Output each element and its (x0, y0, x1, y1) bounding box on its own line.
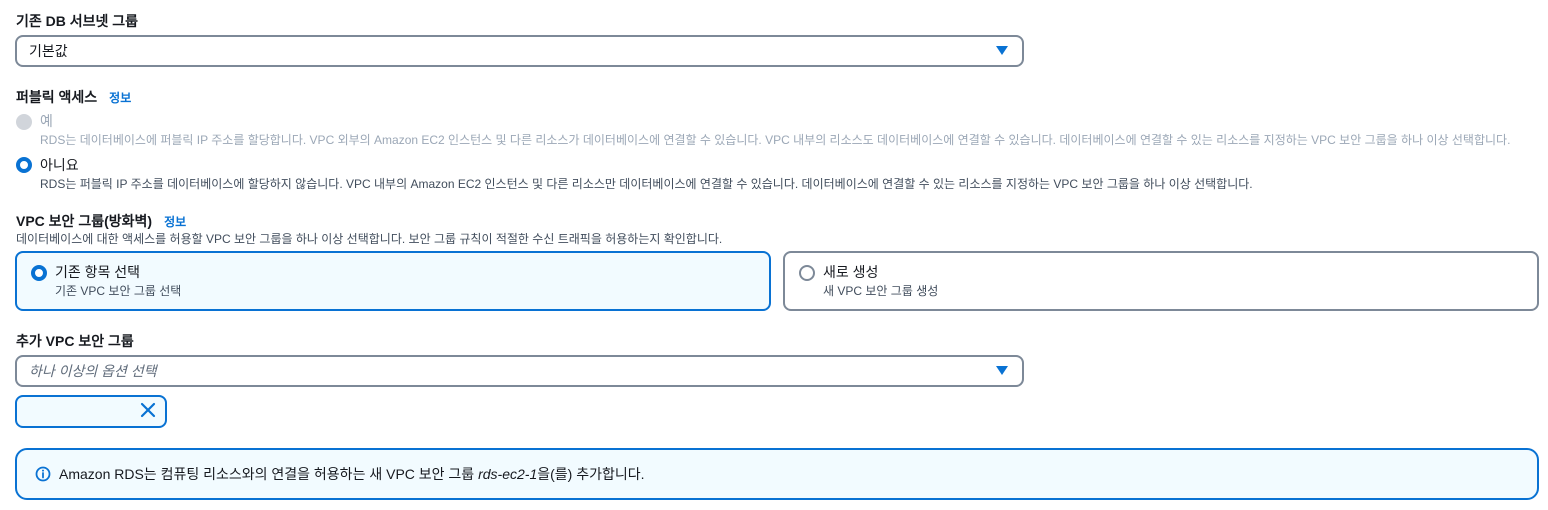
caret-down-icon (996, 366, 1008, 375)
public-access-no-option[interactable]: 아니요 RDS는 퍼블릭 IP 주소를 데이터베이스에 할당하지 않습니다. V… (16, 156, 1253, 192)
tile-choose-existing[interactable]: 기존 항목 선택 기존 VPC 보안 그룹 선택 (15, 251, 771, 311)
additional-groups-label: 추가 VPC 보안 그룹 (16, 333, 134, 349)
subnet-group-value: 기본값 (29, 43, 68, 59)
info-alert: Amazon RDS는 컴퓨팅 리소스와의 연결을 허용하는 새 VPC 보안 … (15, 448, 1539, 500)
selected-group-token (15, 395, 167, 428)
public-access-info-link[interactable]: 정보 (109, 91, 131, 105)
vpc-security-group-info-link[interactable]: 정보 (164, 215, 186, 229)
public-access-label: 퍼블릭 액세스 (16, 89, 98, 105)
public-access-no-label: 아니요 (40, 157, 79, 173)
public-access-yes-description: RDS는 데이터베이스에 퍼블릭 IP 주소를 할당합니다. VPC 외부의 A… (40, 133, 1511, 147)
tile-create-new[interactable]: 새로 생성 새 VPC 보안 그룹 생성 (783, 251, 1539, 311)
db-connectivity-form: 기존 DB 서브넷 그룹 기본값 퍼블릭 액세스 정보 예 RDS는 데이터베이스… (0, 0, 1548, 510)
subnet-group-label: 기존 DB 서브넷 그룹 (16, 13, 139, 29)
create-new-radio[interactable] (799, 265, 815, 281)
public-access-yes-radio[interactable] (16, 114, 32, 130)
public-access-no-radio[interactable] (16, 157, 32, 173)
alert-message: Amazon RDS는 컴퓨팅 리소스와의 연결을 허용하는 새 VPC 보안 … (59, 464, 645, 484)
additional-groups-placeholder: 하나 이상의 옵션 선택 (29, 363, 157, 379)
create-new-label: 새로 생성 (823, 264, 879, 280)
subnet-group-select[interactable]: 기본값 (15, 35, 1024, 67)
alert-text-after: 을(를) 추가합니다. (537, 466, 645, 482)
public-access-yes-label: 예 (40, 113, 53, 129)
alert-text-before: Amazon RDS는 컴퓨팅 리소스와의 연결을 허용하는 새 VPC 보안 … (59, 466, 479, 482)
public-access-heading: 퍼블릭 액세스 정보 (16, 88, 131, 107)
public-access-no-description: RDS는 퍼블릭 IP 주소를 데이터베이스에 할당하지 않습니다. VPC 내… (40, 177, 1253, 191)
vpc-security-group-label: VPC 보안 그룹(방화벽) (16, 213, 153, 229)
create-new-description: 새 VPC 보안 그룹 생성 (823, 284, 939, 298)
vpc-security-group-description: 데이터베이스에 대한 액세스를 허용할 VPC 보안 그룹을 하나 이상 선택합… (16, 232, 723, 246)
choose-existing-description: 기존 VPC 보안 그룹 선택 (55, 284, 182, 298)
alert-group-name: rds-ec2-1 (478, 466, 538, 482)
caret-down-icon (996, 46, 1008, 55)
choose-existing-label: 기존 항목 선택 (55, 264, 141, 280)
close-icon[interactable] (139, 401, 157, 419)
vpc-security-group-heading: VPC 보안 그룹(방화벽) 정보 (16, 212, 186, 231)
choose-existing-radio[interactable] (31, 265, 47, 281)
info-icon (35, 466, 51, 482)
public-access-yes-option[interactable]: 예 RDS는 데이터베이스에 퍼블릭 IP 주소를 할당합니다. VPC 외부의… (16, 112, 1510, 148)
additional-groups-multiselect[interactable]: 하나 이상의 옵션 선택 (15, 355, 1024, 387)
